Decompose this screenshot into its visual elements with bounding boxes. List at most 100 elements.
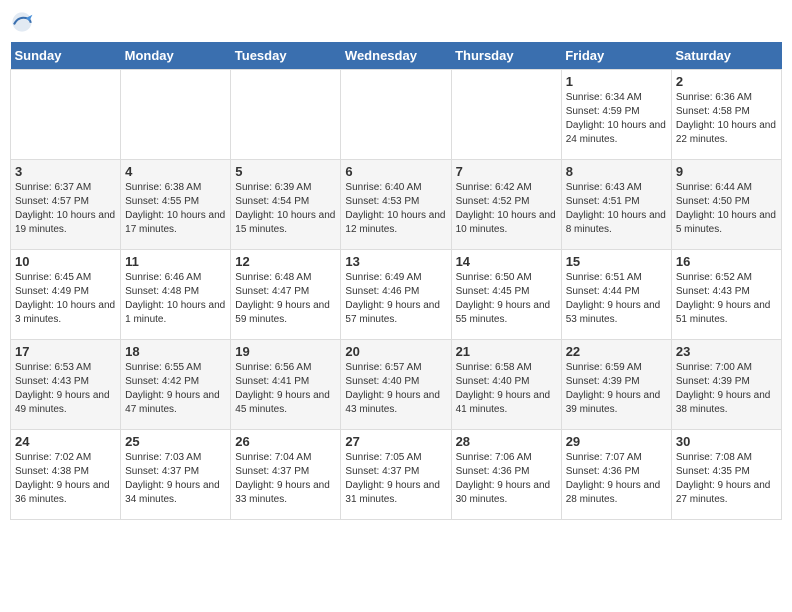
- day-info: Sunrise: 6:36 AM Sunset: 4:58 PM Dayligh…: [676, 91, 777, 147]
- day-info: Sunrise: 6:48 AM Sunset: 4:47 PM Dayligh…: [235, 271, 336, 327]
- day-number: 27: [345, 434, 446, 449]
- day-number: 9: [676, 164, 777, 179]
- day-info: Sunrise: 6:40 AM Sunset: 4:53 PM Dayligh…: [345, 181, 446, 237]
- day-info: Sunrise: 6:49 AM Sunset: 4:46 PM Dayligh…: [345, 271, 446, 327]
- day-number: 22: [566, 344, 667, 359]
- day-info: Sunrise: 7:03 AM Sunset: 4:37 PM Dayligh…: [125, 451, 226, 507]
- day-cell: 2 Sunrise: 6:36 AM Sunset: 4:58 PM Daylig…: [671, 70, 781, 160]
- day-number: 16: [676, 254, 777, 269]
- day-number: 28: [456, 434, 557, 449]
- day-cell: 17Sunrise: 6:53 AM Sunset: 4:43 PM Dayli…: [11, 340, 121, 430]
- day-cell: 6 Sunrise: 6:40 AM Sunset: 4:53 PM Daylig…: [341, 160, 451, 250]
- calendar-table: SundayMondayTuesdayWednesdayThursdayFrid…: [10, 42, 782, 520]
- day-number: 1: [566, 74, 667, 89]
- day-cell: 8Sunrise: 6:43 AM Sunset: 4:51 PM Daylig…: [561, 160, 671, 250]
- day-number: 14: [456, 254, 557, 269]
- day-info: Sunrise: 6:55 AM Sunset: 4:42 PM Dayligh…: [125, 361, 226, 417]
- day-cell: 18 Sunrise: 6:55 AM Sunset: 4:42 PM Dayli…: [121, 340, 231, 430]
- day-info: Sunrise: 6:42 AM Sunset: 4:52 PM Dayligh…: [456, 181, 557, 237]
- day-info: Sunrise: 6:43 AM Sunset: 4:51 PM Dayligh…: [566, 181, 667, 237]
- day-header-tuesday: Tuesday: [231, 42, 341, 70]
- logo-icon: [10, 10, 34, 34]
- day-number: 5: [235, 164, 336, 179]
- day-info: Sunrise: 6:57 AM Sunset: 4:40 PM Dayligh…: [345, 361, 446, 417]
- day-info: Sunrise: 6:52 AM Sunset: 4:43 PM Dayligh…: [676, 271, 777, 327]
- day-cell: 3 Sunrise: 6:37 AM Sunset: 4:57 PM Daylig…: [11, 160, 121, 250]
- day-cell: 25 Sunrise: 7:03 AM Sunset: 4:37 PM Dayli…: [121, 430, 231, 520]
- day-number: 20: [345, 344, 446, 359]
- header: [10, 10, 782, 34]
- day-info: Sunrise: 6:51 AM Sunset: 4:44 PM Dayligh…: [566, 271, 667, 327]
- day-cell: 26 Sunrise: 7:04 AM Sunset: 4:37 PM Dayli…: [231, 430, 341, 520]
- day-info: Sunrise: 6:34 AM Sunset: 4:59 PM Dayligh…: [566, 91, 667, 147]
- day-number: 21: [456, 344, 557, 359]
- day-number: 11: [125, 254, 226, 269]
- day-info: Sunrise: 7:04 AM Sunset: 4:37 PM Dayligh…: [235, 451, 336, 507]
- week-row: 3 Sunrise: 6:37 AM Sunset: 4:57 PM Daylig…: [11, 160, 782, 250]
- day-cell: 24 Sunrise: 7:02 AM Sunset: 4:38 PM Dayli…: [11, 430, 121, 520]
- day-info: Sunrise: 6:45 AM Sunset: 4:49 PM Dayligh…: [15, 271, 116, 327]
- day-cell: 14 Sunrise: 6:50 AM Sunset: 4:45 PM Dayli…: [451, 250, 561, 340]
- day-cell: 22 Sunrise: 6:59 AM Sunset: 4:39 PM Dayli…: [561, 340, 671, 430]
- day-number: 6: [345, 164, 446, 179]
- day-header-saturday: Saturday: [671, 42, 781, 70]
- day-number: 10: [15, 254, 116, 269]
- day-info: Sunrise: 7:07 AM Sunset: 4:36 PM Dayligh…: [566, 451, 667, 507]
- day-cell: 21 Sunrise: 6:58 AM Sunset: 4:40 PM Dayli…: [451, 340, 561, 430]
- day-number: 25: [125, 434, 226, 449]
- day-number: 23: [676, 344, 777, 359]
- day-cell: 5 Sunrise: 6:39 AM Sunset: 4:54 PM Daylig…: [231, 160, 341, 250]
- day-cell: 10 Sunrise: 6:45 AM Sunset: 4:49 PM Dayli…: [11, 250, 121, 340]
- day-info: Sunrise: 7:02 AM Sunset: 4:38 PM Dayligh…: [15, 451, 116, 507]
- day-cell: 11 Sunrise: 6:46 AM Sunset: 4:48 PM Dayli…: [121, 250, 231, 340]
- day-info: Sunrise: 7:06 AM Sunset: 4:36 PM Dayligh…: [456, 451, 557, 507]
- day-number: 24: [15, 434, 116, 449]
- week-row: 1 Sunrise: 6:34 AM Sunset: 4:59 PM Daylig…: [11, 70, 782, 160]
- day-number: 12: [235, 254, 336, 269]
- week-row: 10 Sunrise: 6:45 AM Sunset: 4:49 PM Dayli…: [11, 250, 782, 340]
- day-number: 19: [235, 344, 336, 359]
- day-cell: 23Sunrise: 7:00 AM Sunset: 4:39 PM Dayli…: [671, 340, 781, 430]
- week-row: 24 Sunrise: 7:02 AM Sunset: 4:38 PM Dayli…: [11, 430, 782, 520]
- day-number: 3: [15, 164, 116, 179]
- day-number: 15: [566, 254, 667, 269]
- day-info: Sunrise: 6:37 AM Sunset: 4:57 PM Dayligh…: [15, 181, 116, 237]
- day-info: Sunrise: 6:44 AM Sunset: 4:50 PM Dayligh…: [676, 181, 777, 237]
- day-number: 29: [566, 434, 667, 449]
- day-number: 2: [676, 74, 777, 89]
- day-info: Sunrise: 7:05 AM Sunset: 4:37 PM Dayligh…: [345, 451, 446, 507]
- day-cell: 30Sunrise: 7:08 AM Sunset: 4:35 PM Dayli…: [671, 430, 781, 520]
- day-cell: 13 Sunrise: 6:49 AM Sunset: 4:46 PM Dayli…: [341, 250, 451, 340]
- day-info: Sunrise: 6:39 AM Sunset: 4:54 PM Dayligh…: [235, 181, 336, 237]
- day-cell: [11, 70, 121, 160]
- day-cell: [341, 70, 451, 160]
- day-cell: [121, 70, 231, 160]
- day-info: Sunrise: 6:50 AM Sunset: 4:45 PM Dayligh…: [456, 271, 557, 327]
- logo: [10, 10, 38, 34]
- day-header-friday: Friday: [561, 42, 671, 70]
- day-number: 4: [125, 164, 226, 179]
- day-info: Sunrise: 6:46 AM Sunset: 4:48 PM Dayligh…: [125, 271, 226, 327]
- day-number: 13: [345, 254, 446, 269]
- day-number: 18: [125, 344, 226, 359]
- day-cell: 9 Sunrise: 6:44 AM Sunset: 4:50 PM Daylig…: [671, 160, 781, 250]
- day-info: Sunrise: 6:58 AM Sunset: 4:40 PM Dayligh…: [456, 361, 557, 417]
- day-cell: 7 Sunrise: 6:42 AM Sunset: 4:52 PM Daylig…: [451, 160, 561, 250]
- day-cell: 27 Sunrise: 7:05 AM Sunset: 4:37 PM Dayli…: [341, 430, 451, 520]
- day-number: 7: [456, 164, 557, 179]
- day-cell: 4 Sunrise: 6:38 AM Sunset: 4:55 PM Daylig…: [121, 160, 231, 250]
- day-info: Sunrise: 6:59 AM Sunset: 4:39 PM Dayligh…: [566, 361, 667, 417]
- day-info: Sunrise: 7:08 AM Sunset: 4:35 PM Dayligh…: [676, 451, 777, 507]
- day-number: 26: [235, 434, 336, 449]
- day-header-sunday: Sunday: [11, 42, 121, 70]
- day-cell: 1 Sunrise: 6:34 AM Sunset: 4:59 PM Daylig…: [561, 70, 671, 160]
- day-header-monday: Monday: [121, 42, 231, 70]
- day-info: Sunrise: 6:38 AM Sunset: 4:55 PM Dayligh…: [125, 181, 226, 237]
- day-cell: 15 Sunrise: 6:51 AM Sunset: 4:44 PM Dayli…: [561, 250, 671, 340]
- day-number: 17: [15, 344, 116, 359]
- day-cell: 28 Sunrise: 7:06 AM Sunset: 4:36 PM Dayli…: [451, 430, 561, 520]
- day-cell: 16 Sunrise: 6:52 AM Sunset: 4:43 PM Dayli…: [671, 250, 781, 340]
- day-cell: [231, 70, 341, 160]
- day-cell: 20 Sunrise: 6:57 AM Sunset: 4:40 PM Dayli…: [341, 340, 451, 430]
- week-row: 17Sunrise: 6:53 AM Sunset: 4:43 PM Dayli…: [11, 340, 782, 430]
